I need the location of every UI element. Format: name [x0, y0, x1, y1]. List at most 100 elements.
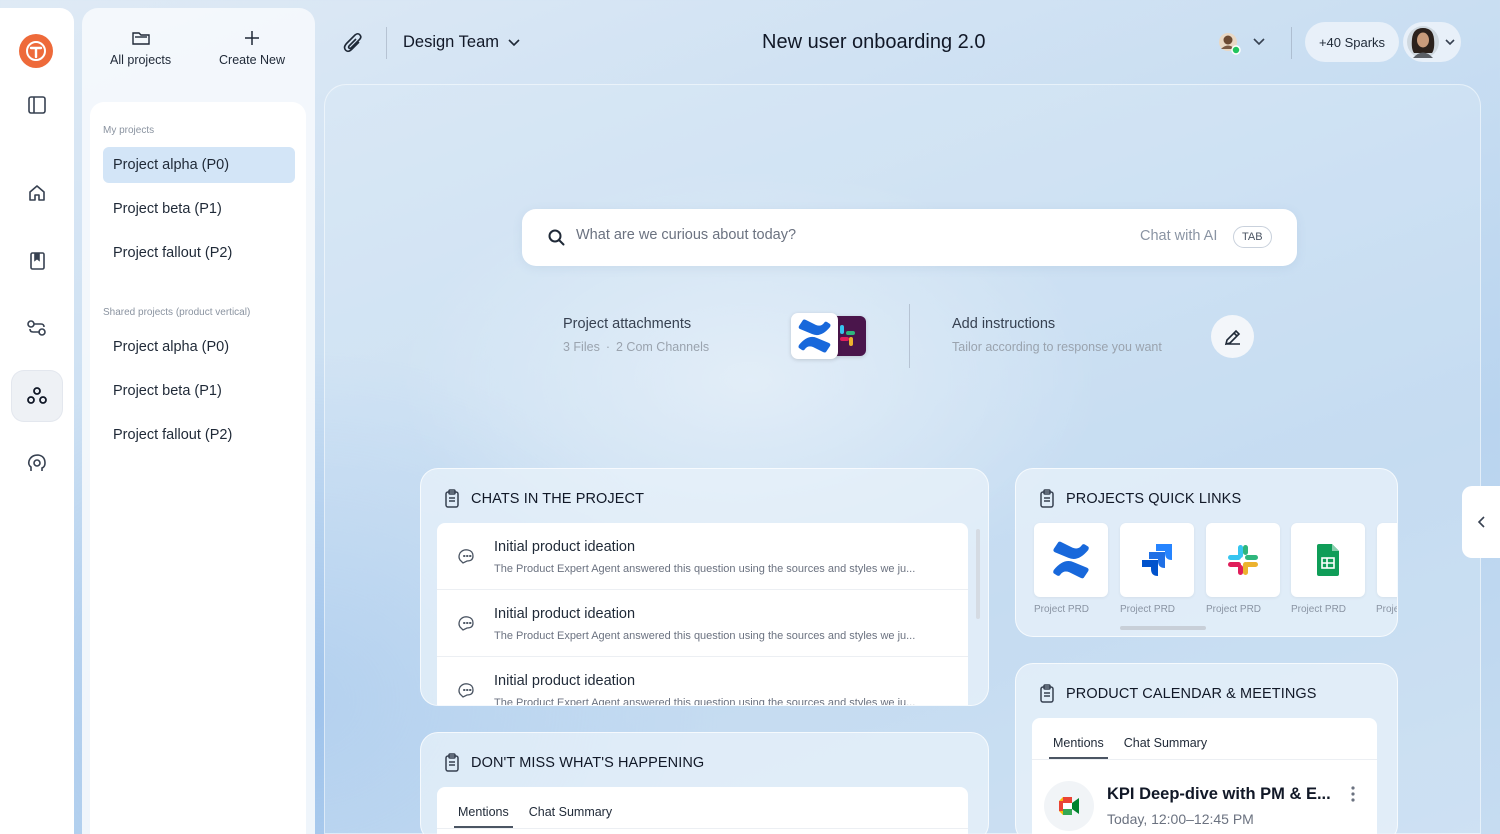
search-icon [548, 229, 565, 246]
app-logo-icon[interactable] [19, 34, 53, 68]
project-item[interactable]: Project fallout (P2) [103, 235, 295, 271]
chat-description: The Product Expert Agent answered this q… [494, 563, 916, 575]
calendar-panel-header: PRODUCT CALENDAR & MEETINGS [1038, 684, 1317, 703]
chats-panel: CHATS IN THE PROJECT Initial product ide… [420, 468, 989, 706]
tab-chat-summary[interactable]: Chat Summary [529, 805, 612, 827]
chevron-down-icon [1445, 39, 1455, 46]
project-item[interactable]: Project fallout (P2) [103, 417, 295, 453]
attachments-files: 3 Files [563, 340, 600, 354]
bookmark-book-icon[interactable] [12, 236, 62, 286]
project-item[interactable]: Project beta (P1) [103, 191, 295, 227]
attach-icon[interactable] [342, 31, 364, 60]
project-item[interactable]: Project alpha (P0) [103, 329, 295, 365]
quick-link-label: Project PRD [1120, 604, 1176, 615]
quick-links-title: PROJECTS QUICK LINKS [1066, 490, 1242, 507]
attachments-title: Project attachments [563, 316, 692, 332]
more-vertical-icon[interactable] [1350, 785, 1356, 803]
chat-description: The Product Expert Agent answered this q… [494, 630, 916, 642]
chat-bubbles-icon [458, 683, 474, 698]
quick-link-jira[interactable] [1120, 523, 1194, 597]
confluence-icon [1053, 541, 1089, 579]
search-bar[interactable]: Chat with AI TAB [522, 209, 1297, 266]
chat-row[interactable]: Initial product ideation The Product Exp… [437, 590, 968, 657]
quick-links-scrollbar[interactable] [1120, 626, 1206, 630]
chevron-down-icon [508, 38, 520, 46]
right-panel-toggle[interactable] [1462, 486, 1500, 558]
quick-link-label: Proje [1376, 604, 1398, 615]
quick-link-label: Project PRD [1291, 604, 1347, 615]
all-projects-button[interactable]: All projects [110, 30, 171, 67]
slack-icon [1228, 545, 1258, 575]
chevron-down-icon[interactable] [1252, 37, 1266, 47]
header-divider [1291, 27, 1292, 59]
collaborator-avatar[interactable] [1216, 30, 1242, 56]
happening-panel-header: DON'T MISS WHAT'S HAPPENING [443, 753, 704, 772]
agent-settings-icon[interactable] [12, 439, 62, 489]
project-item[interactable]: Project alpha (P0) [103, 147, 295, 183]
quick-link-confluence[interactable] [1034, 523, 1108, 597]
meeting-time: Today, 12:00–12:45 PM [1107, 811, 1254, 827]
calendar-panel-title: PRODUCT CALENDAR & MEETINGS [1066, 685, 1317, 702]
quick-link-sheets[interactable] [1291, 523, 1365, 597]
calendar-content: Mentions Chat Summary KPI Deep-dive with… [1032, 718, 1377, 834]
chat-title: Initial product ideation [494, 673, 636, 689]
project-item[interactable]: Project beta (P1) [103, 373, 295, 409]
quick-links-header: PROJECTS QUICK LINKS [1038, 489, 1241, 508]
meeting-title[interactable]: KPI Deep-dive with PM & E... [1107, 785, 1331, 804]
header-divider [386, 27, 387, 59]
quick-link-slack[interactable] [1206, 523, 1280, 597]
search-input[interactable] [576, 227, 1096, 243]
sidebar-toggle-icon[interactable] [12, 80, 62, 130]
clipboard-icon [1040, 489, 1054, 508]
clipboard-icon [445, 753, 459, 772]
happening-content: Mentions Chat Summary [437, 787, 968, 834]
happening-panel: DON'T MISS WHAT'S HAPPENING Mentions Cha… [420, 732, 989, 834]
folder-icon [131, 32, 150, 45]
chat-list-scrollbar[interactable] [976, 529, 980, 619]
projects-icon[interactable] [12, 371, 62, 421]
quick-link-partial[interactable] [1377, 523, 1397, 597]
calendar-tabs: Mentions Chat Summary [1049, 736, 1207, 759]
chats-panel-title: CHATS IN THE PROJECT [471, 490, 645, 507]
user-avatar [1407, 26, 1439, 58]
chat-list: Initial product ideation The Product Exp… [437, 523, 968, 705]
tabs-divider [437, 828, 968, 829]
quick-links-panel: PROJECTS QUICK LINKS Project PRD Project… [1015, 468, 1398, 637]
tab-mentions[interactable]: Mentions [1049, 736, 1108, 759]
sparks-label: +40 Sparks [1318, 34, 1386, 50]
chat-row[interactable]: Initial product ideation The Product Exp… [437, 523, 968, 590]
chat-bubbles-icon [458, 616, 474, 631]
google-meet-icon [1044, 781, 1094, 831]
quick-link-label: Project PRD [1206, 604, 1262, 615]
chevron-left-icon [1477, 516, 1485, 528]
project-list: My projects Project alpha (P0) Project b… [90, 102, 306, 834]
confluence-attachment-icon[interactable] [791, 313, 838, 359]
all-projects-label: All projects [110, 53, 172, 67]
clipboard-icon [445, 489, 459, 508]
edit-instructions-button[interactable] [1211, 315, 1254, 358]
chat-bubbles-icon [458, 549, 474, 564]
happening-panel-title: DON'T MISS WHAT'S HAPPENING [471, 754, 705, 771]
create-new-button[interactable]: Create New [219, 30, 285, 67]
team-selector[interactable]: Design Team [403, 33, 521, 52]
workflow-icon[interactable] [12, 303, 62, 353]
jira-icon [1142, 544, 1172, 576]
my-projects-heading: My projects [103, 125, 155, 136]
create-new-label: Create New [219, 53, 285, 67]
instructions-title: Add instructions [952, 316, 1056, 332]
page-title: New user onboarding 2.0 [762, 31, 986, 53]
tab-mentions[interactable]: Mentions [454, 805, 513, 828]
project-attachments[interactable]: Project attachments 3 Files · 2 Com Chan… [563, 316, 709, 354]
tab-chat-summary[interactable]: Chat Summary [1124, 736, 1207, 758]
sparks-badge[interactable]: +40 Sparks [1305, 22, 1399, 62]
chat-title: Initial product ideation [494, 539, 636, 555]
add-instructions[interactable]: Add instructions Tailor according to res… [952, 316, 1162, 354]
pencil-icon [1224, 329, 1240, 345]
chat-with-ai-label[interactable]: Chat with AI [1140, 228, 1217, 244]
home-icon[interactable] [12, 168, 62, 218]
user-menu[interactable] [1403, 22, 1461, 62]
chat-row[interactable]: Initial product ideation The Product Exp… [437, 657, 968, 705]
left-rail [0, 8, 74, 834]
attachments-channels: 2 Com Channels [616, 340, 710, 354]
quick-link-label: Project PRD [1034, 604, 1090, 615]
